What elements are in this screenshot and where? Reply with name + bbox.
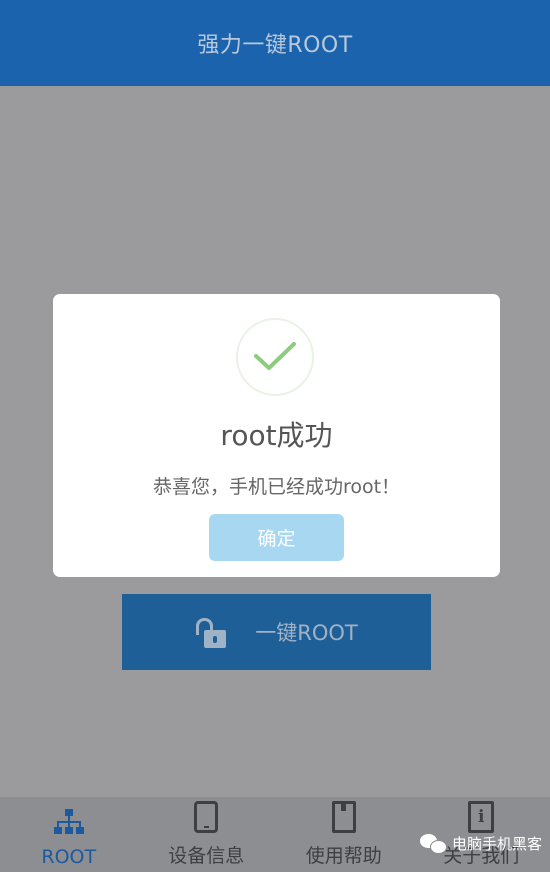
tab-help-label: 使用帮助 [305, 845, 382, 867]
unlock-icon [195, 618, 227, 648]
info-icon: i [468, 801, 495, 833]
dialog-title: root成功 [220, 419, 333, 452]
tab-root-label: ROOT [41, 846, 97, 868]
tab-device-info-label: 设备信息 [168, 845, 245, 867]
dialog-message: 恭喜您，手机已经成功root！ [152, 476, 401, 498]
watermark-text: 电脑手机黑客 [451, 835, 542, 853]
one-click-root-label: 一键ROOT [255, 621, 358, 645]
sitemap-icon [53, 806, 84, 838]
app-title: 强力一键ROOT [197, 33, 353, 58]
wechat-icon [419, 833, 447, 854]
book-icon [331, 801, 356, 833]
one-click-root-button[interactable]: 一键ROOT [122, 594, 431, 670]
tab-help[interactable]: 使用帮助 [275, 797, 413, 872]
device-icon [194, 801, 219, 833]
app-bar: 强力一键ROOT [0, 0, 550, 86]
tab-device-info[interactable]: 设备信息 [138, 797, 276, 872]
checkmark-circle-icon [236, 318, 314, 396]
tab-root[interactable]: ROOT [0, 797, 138, 872]
watermark: 电脑手机黑客 [419, 833, 542, 854]
confirm-button[interactable]: 确定 [209, 514, 344, 561]
success-dialog: root成功 恭喜您，手机已经成功root！ 确定 [53, 294, 500, 577]
